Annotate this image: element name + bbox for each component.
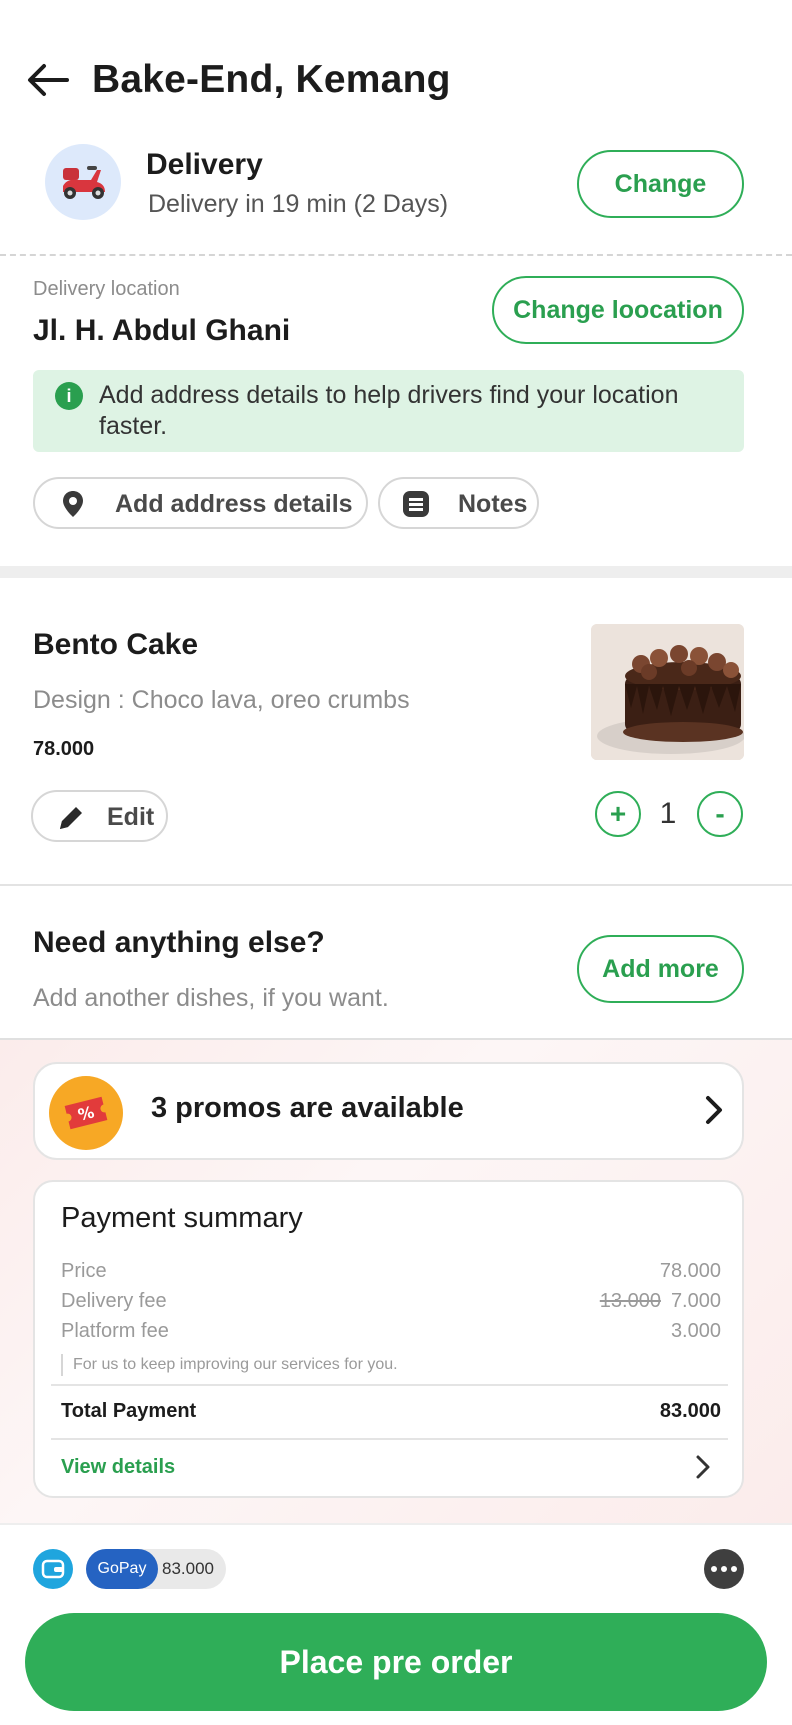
page-title: Bake-End, Kemang (92, 58, 451, 101)
increase-quantity-button[interactable]: + (595, 791, 641, 837)
delivery-fee-original: 13.000 (599, 1290, 661, 1312)
checkout-bar: GoPay 83.000 Place pre order (0, 1523, 792, 1725)
promo-card[interactable]: % 3 promos are available (33, 1062, 744, 1160)
decrease-quantity-button[interactable]: - (697, 791, 743, 837)
platform-fee-label: Platform fee (61, 1320, 169, 1342)
delivery-eta: Delivery in 19 min (2 Days) (148, 190, 449, 218)
pencil-icon (57, 804, 85, 837)
total-value: 83.000 (659, 1400, 721, 1422)
arrow-left-icon (28, 64, 69, 96)
delivery-title: Delivery (146, 148, 263, 181)
quantity-value: 1 (659, 797, 677, 830)
promo-text: 3 promos are available (151, 1092, 464, 1124)
edit-item-button[interactable]: Edit (31, 790, 168, 842)
ticket-percent-icon: % (49, 1076, 123, 1150)
delivery-fee-values: 13.000 7.000 (600, 1290, 721, 1313)
delivery-location-value: Jl. H. Abdul Ghani (33, 314, 291, 347)
payment-method-selector[interactable]: GoPay 83.000 (86, 1549, 226, 1589)
delivery-fee-value: 7.000 (670, 1290, 721, 1312)
payment-amount: 83.000 (162, 1559, 214, 1578)
summary-divider (51, 1438, 728, 1440)
item-description: Design : Choco lava, oreo crumbs (33, 686, 410, 714)
chevron-right-icon (706, 1096, 722, 1124)
item-name: Bento Cake (33, 628, 199, 661)
payment-summary-card: Payment summary Price 78.000 Delivery fe… (33, 1180, 744, 1498)
header: Bake-End, Kemang (0, 40, 792, 120)
info-icon: i (55, 382, 83, 410)
dot (721, 1566, 727, 1572)
payment-summary-title: Payment summary (61, 1202, 303, 1234)
item-price: 78.000 (33, 738, 95, 760)
back-button[interactable] (24, 56, 72, 104)
place-pre-order-button[interactable]: Place pre order (25, 1613, 767, 1711)
scooter-icon (45, 144, 121, 220)
edit-label: Edit (107, 803, 155, 831)
delivery-fee-label: Delivery fee (61, 1290, 167, 1312)
delivery-location-label: Delivery location (33, 278, 180, 300)
dashed-divider (0, 254, 792, 256)
dot (731, 1566, 737, 1572)
notes-icon (402, 490, 430, 518)
notes-label: Notes (458, 490, 528, 518)
price-row: Price 78.000 (61, 1260, 721, 1283)
notes-chip[interactable]: Notes (378, 477, 539, 529)
add-more-subtitle: Add another dishes, if you want. (33, 984, 389, 1012)
address-info-banner: i Add address details to help drivers fi… (33, 370, 744, 452)
add-more-title: Need anything else? (33, 926, 325, 959)
summary-divider (51, 1384, 728, 1386)
chevron-right-icon[interactable] (694, 1454, 712, 1480)
price-label: Price (61, 1260, 107, 1282)
section-separator (0, 566, 792, 578)
total-payment-row: Total Payment 83.000 (61, 1400, 721, 1423)
map-pin-icon (59, 490, 87, 518)
wallet-icon[interactable] (33, 1549, 73, 1589)
info-banner-text: Add address details to help drivers find… (99, 381, 679, 440)
platform-fee-row: Platform fee 3.000 (61, 1320, 721, 1343)
view-details-link[interactable]: View details (61, 1456, 175, 1479)
delivery-fee-row: Delivery fee 13.000 7.000 (61, 1290, 721, 1313)
add-address-details-label: Add address details (115, 490, 353, 518)
platform-fee-note: For us to keep improving our services fo… (61, 1354, 398, 1376)
change-location-button[interactable]: Change loocation (492, 276, 744, 344)
cake-image (591, 624, 744, 760)
change-delivery-button[interactable]: Change (577, 150, 744, 218)
platform-fee-value: 3.000 (670, 1320, 721, 1342)
add-address-details-chip[interactable]: Add address details (33, 477, 368, 529)
total-label: Total Payment (61, 1400, 197, 1422)
price-value: 78.000 (659, 1260, 721, 1282)
gopay-badge: GoPay (86, 1549, 158, 1589)
add-more-button[interactable]: Add more (577, 935, 744, 1003)
more-options-button[interactable] (704, 1549, 744, 1589)
dot (711, 1566, 717, 1572)
divider (0, 884, 792, 886)
